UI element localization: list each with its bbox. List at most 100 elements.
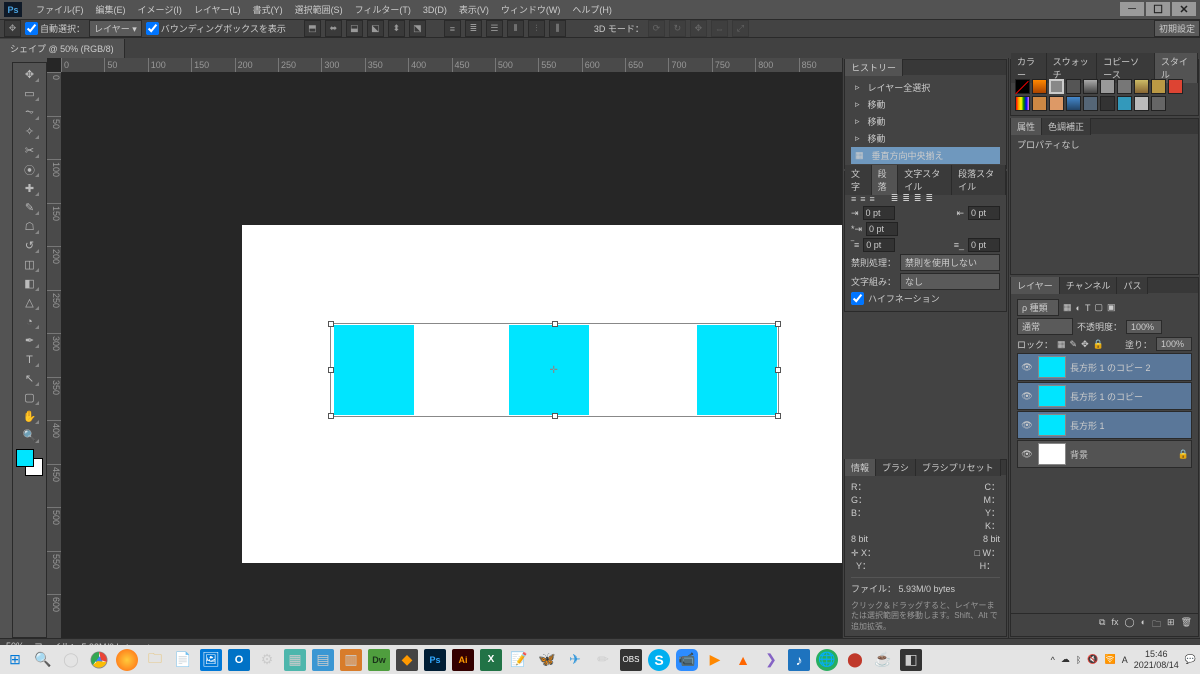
app-icon[interactable]: ✈ <box>564 649 586 671</box>
visibility-toggle[interactable]: 👁 <box>1020 391 1034 402</box>
style-swatch[interactable] <box>1049 79 1064 94</box>
lasso-tool[interactable]: ⏦ <box>19 104 40 121</box>
style-swatch[interactable] <box>1100 79 1115 94</box>
app-icon[interactable]: 🦋 <box>536 649 558 671</box>
canvas-area[interactable]: 0501001502002503003504004505005506006507… <box>47 58 842 638</box>
tab-info[interactable]: 情報 <box>845 459 876 476</box>
align-top-icon[interactable]: ⬒ <box>304 20 321 37</box>
style-swatch[interactable] <box>1168 79 1183 94</box>
align-vcenter-icon[interactable]: ⬌ <box>325 20 342 37</box>
menu-layer[interactable]: レイヤー(L) <box>188 1 247 18</box>
tray-chevron-icon[interactable]: ^ <box>1051 655 1055 665</box>
notepad-icon[interactable]: 📄 <box>172 649 194 671</box>
tray-cloud-icon[interactable]: ☁ <box>1061 654 1070 665</box>
align-bottom-icon[interactable]: ⬓ <box>346 20 363 37</box>
photoshop-icon[interactable]: Ps <box>424 649 446 671</box>
dodge-tool[interactable]: ◔ <box>19 313 40 330</box>
show-bbox-checkbox[interactable]: バウンディングボックスを表示 <box>146 22 286 35</box>
eraser-tool[interactable]: ◫ <box>19 256 40 273</box>
firefox-icon[interactable] <box>116 649 138 671</box>
move-tool[interactable]: ✥ <box>19 66 40 83</box>
indent-right-input[interactable] <box>968 206 1000 220</box>
mask-icon[interactable]: ◯ <box>1124 617 1134 633</box>
explorer-icon[interactable]: 🗀 <box>144 649 166 671</box>
shape-tool[interactable]: ▢ <box>19 389 40 406</box>
app-icon[interactable]: OBS <box>620 649 642 671</box>
app-icon[interactable]: 🌐 <box>816 649 838 671</box>
move-tool-icon[interactable]: ✥ <box>4 20 21 37</box>
opacity-input[interactable]: 100% <box>1126 320 1162 334</box>
history-item[interactable]: ▹移動 <box>851 130 1000 147</box>
outlook-icon[interactable]: O <box>228 649 250 671</box>
tray-ime-icon[interactable]: A <box>1122 655 1128 665</box>
tab-brush-preset[interactable]: ブラシプリセット <box>916 459 1001 476</box>
justify-center-btn[interactable]: ≣ <box>902 193 910 204</box>
tab-styles[interactable]: スタイル <box>1155 53 1198 83</box>
menu-image[interactable]: イメージ(I) <box>132 1 188 18</box>
window-close[interactable]: ✕ <box>1172 2 1196 16</box>
color-swatches[interactable] <box>16 449 43 476</box>
gradient-tool[interactable]: ◧ <box>19 275 40 292</box>
clock[interactable]: 15:462021/08/14 <box>1134 649 1179 671</box>
photos-icon[interactable]: 🖼 <box>200 649 222 671</box>
distribute-bottom-icon[interactable]: ☰ <box>486 20 503 37</box>
cortana-icon[interactable]: ◯ <box>60 649 82 671</box>
style-swatch[interactable] <box>1117 79 1132 94</box>
distribute-right-icon[interactable]: ⫼ <box>549 20 566 37</box>
distribute-vcenter-icon[interactable]: ≣ <box>465 20 482 37</box>
tab-color[interactable]: カラー <box>1011 53 1047 83</box>
link-layers-icon[interactable]: ⧉ <box>1099 617 1105 633</box>
app-icon[interactable]: ♪ <box>788 649 810 671</box>
trash-icon[interactable]: 🗑 <box>1181 617 1192 633</box>
style-swatch[interactable] <box>1066 96 1081 111</box>
tab-character[interactable]: 文字 <box>845 165 872 195</box>
filter-shape-icon[interactable]: ▢ <box>1094 302 1103 313</box>
app-icon[interactable]: ◧ <box>900 649 922 671</box>
tab-layers[interactable]: レイヤー <box>1011 277 1060 294</box>
window-maximize[interactable]: ☐ <box>1146 2 1170 16</box>
app-icon[interactable]: ▥ <box>340 649 362 671</box>
layer-row-background[interactable]: 👁背景🔒 <box>1017 440 1192 468</box>
lock-position-icon[interactable]: ✥ <box>1081 339 1089 350</box>
chrome-icon[interactable] <box>88 649 110 671</box>
tab-swatches[interactable]: スウォッチ <box>1047 53 1098 83</box>
tab-brush[interactable]: ブラシ <box>876 459 916 476</box>
search-icon[interactable]: 🔍 <box>32 649 54 671</box>
app-icon[interactable]: ▶ <box>704 649 726 671</box>
style-swatch[interactable] <box>1100 96 1115 111</box>
settings-icon[interactable]: ⚙ <box>256 649 278 671</box>
zoom-icon[interactable]: 📹 <box>676 649 698 671</box>
justify-left-btn[interactable]: ≣ <box>891 193 899 204</box>
align-right-icon[interactable]: ⬔ <box>409 20 426 37</box>
document-tab[interactable]: シェイプ @ 50% (RGB/8) <box>0 39 125 58</box>
heal-tool[interactable]: ✚ <box>19 180 40 197</box>
hand-tool[interactable]: ✋ <box>19 408 40 425</box>
style-swatch[interactable] <box>1134 79 1149 94</box>
visibility-toggle[interactable]: 👁 <box>1020 449 1034 460</box>
menu-file[interactable]: ファイル(F) <box>30 1 90 18</box>
history-item[interactable]: ▹レイヤー全選択 <box>851 79 1000 96</box>
menu-3d[interactable]: 3D(D) <box>417 3 453 17</box>
menu-help[interactable]: ヘルプ(H) <box>566 1 618 18</box>
wand-tool[interactable]: ✧ <box>19 123 40 140</box>
history-item[interactable]: ▹移動 <box>851 96 1000 113</box>
new-layer-icon[interactable]: ⊞ <box>1167 617 1175 633</box>
style-swatch[interactable] <box>1083 96 1098 111</box>
menu-select[interactable]: 選択範囲(S) <box>289 1 349 18</box>
menu-window[interactable]: ウィンドウ(W) <box>495 1 567 18</box>
illustrator-icon[interactable]: Ai <box>452 649 474 671</box>
tab-history[interactable]: ヒストリー <box>845 59 903 76</box>
artboard[interactable]: ✛ <box>242 225 842 563</box>
visibility-toggle[interactable]: 👁 <box>1020 362 1034 373</box>
style-swatch[interactable] <box>1015 96 1030 111</box>
style-swatch[interactable] <box>1151 96 1166 111</box>
sublime-icon[interactable]: ◆ <box>396 649 418 671</box>
justify-all-btn[interactable]: ≣ <box>925 193 933 204</box>
mojikumi-dropdown[interactable]: なし <box>900 273 1000 290</box>
menu-edit[interactable]: 編集(E) <box>90 1 132 18</box>
tray-network-icon[interactable]: 🛜 <box>1105 654 1116 665</box>
type-tool[interactable]: T <box>19 351 40 368</box>
menu-filter[interactable]: フィルター(T) <box>349 1 417 18</box>
tab-char-style[interactable]: 文字スタイル <box>898 165 952 195</box>
stamp-tool[interactable]: ☖ <box>19 218 40 235</box>
